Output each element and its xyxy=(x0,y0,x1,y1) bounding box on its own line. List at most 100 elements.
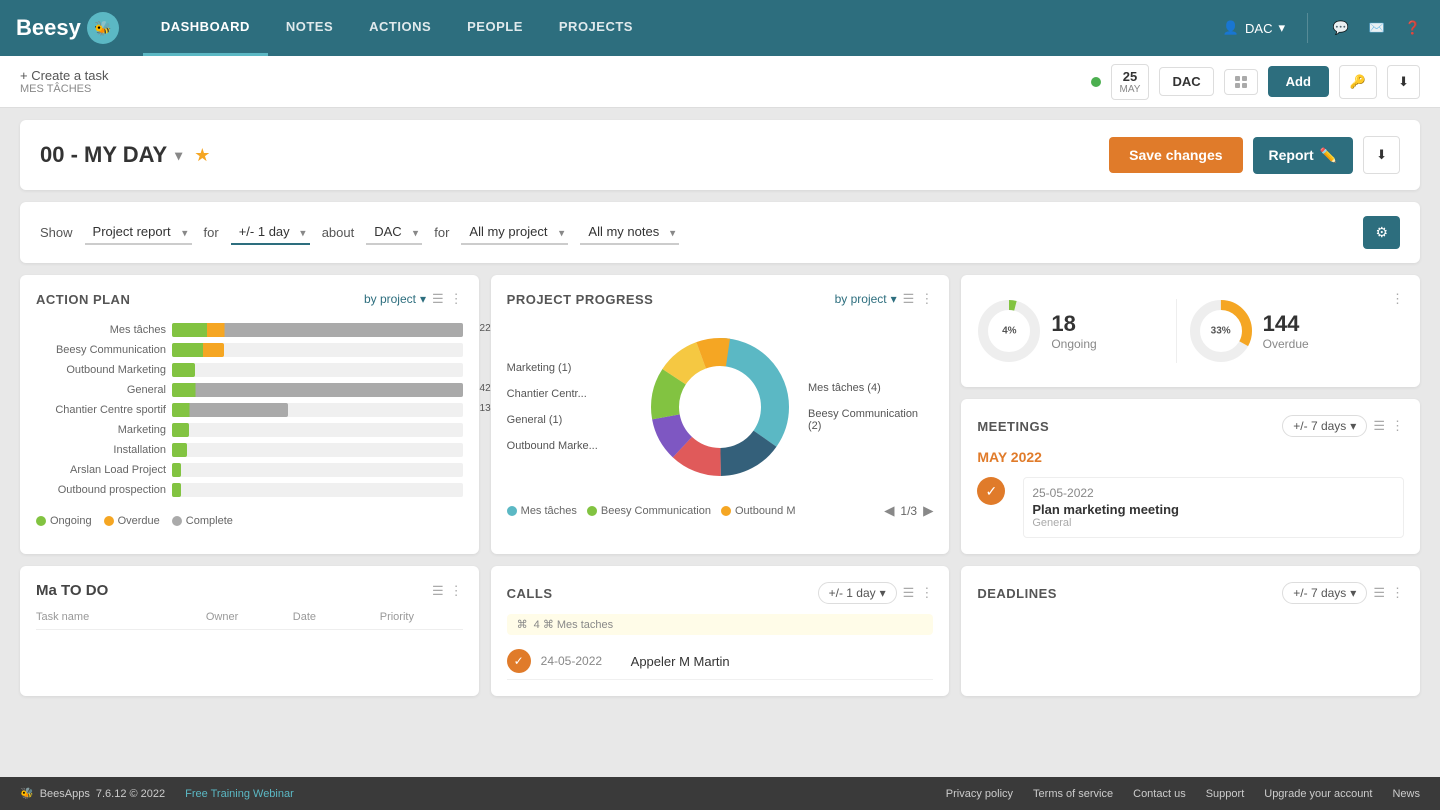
nav-item-actions[interactable]: ACTIONS xyxy=(351,0,449,56)
nav-item-people[interactable]: PEOPLE xyxy=(449,0,541,56)
deadlines-more-btn[interactable]: ⋮ xyxy=(1391,585,1404,601)
help-icon[interactable]: ❓ xyxy=(1402,17,1424,39)
overdue-stat: 33% 144 Overdue xyxy=(1189,291,1375,371)
pencil-icon: ✏️ xyxy=(1320,147,1337,164)
grid-view-button[interactable] xyxy=(1224,69,1258,95)
action-plan-more-button[interactable]: ⋮ xyxy=(450,291,463,307)
key-button[interactable]: 🔑 xyxy=(1339,65,1377,99)
calls-more-btn[interactable]: ⋮ xyxy=(920,585,933,601)
ongoing-label: Ongoing xyxy=(50,515,92,527)
col-date: Date xyxy=(293,611,376,623)
toolbar: + Create a task MES TÂCHES 25 MAY DAC Ad… xyxy=(0,56,1440,108)
footer-privacy[interactable]: Privacy policy xyxy=(946,788,1013,800)
download-button[interactable]: ⬇ xyxy=(1387,65,1420,99)
bar-row-1: Beesy Communication xyxy=(36,343,463,357)
show-select-wrap[interactable]: Project report xyxy=(85,220,192,245)
ongoing-percent: 4% xyxy=(1002,326,1016,337)
notes-select[interactable]: All my notes xyxy=(580,220,679,245)
meetings-more-btn[interactable]: ⋮ xyxy=(1391,418,1404,434)
bar-label: Mes tâches xyxy=(36,324,166,336)
calls-filter-btn[interactable]: ☰ xyxy=(903,585,915,601)
key-icon: 🔑 xyxy=(1350,74,1366,90)
footer-upgrade[interactable]: Upgrade your account xyxy=(1264,788,1372,800)
footer-support[interactable]: Support xyxy=(1206,788,1245,800)
page-title: 00 - MY DAY ▾ xyxy=(40,142,182,168)
dac-button[interactable]: DAC xyxy=(1159,67,1213,96)
about-select[interactable]: DAC xyxy=(366,220,422,245)
add-button[interactable]: Add xyxy=(1268,66,1329,97)
nav-item-projects[interactable]: PROJECTS xyxy=(541,0,651,56)
deadlines-filter[interactable]: +/- 7 days ▾ xyxy=(1282,582,1367,604)
footer-terms[interactable]: Terms of service xyxy=(1033,788,1113,800)
for-select-1-wrap[interactable]: +/- 1 day xyxy=(231,220,310,245)
stats-more xyxy=(1424,0,1440,16)
meetings-filter-btn[interactable]: ☰ xyxy=(1373,418,1385,434)
chat-icon[interactable]: 💬 xyxy=(1330,17,1352,39)
notes-select-wrap[interactable]: All my notes xyxy=(580,220,679,245)
donut-chart xyxy=(640,327,800,487)
next-page-button[interactable]: ▶ xyxy=(923,503,933,519)
overdue-dot xyxy=(104,516,114,526)
donut-label-outbound: Outbound Marke... xyxy=(507,440,632,452)
bar-row-0: Mes tâches 22 xyxy=(36,323,463,337)
nav-items: DASHBOARD NOTES ACTIONS PEOPLE PROJECTS xyxy=(143,0,651,56)
calls-filter-label: +/- 1 day xyxy=(829,586,876,600)
page-download-button[interactable]: ⬇ xyxy=(1363,136,1400,174)
for-label-2: for xyxy=(434,225,449,240)
mail-icon[interactable]: ✉️ xyxy=(1366,17,1388,39)
bar-label: Chantier Centre sportif xyxy=(36,404,166,416)
project-progress-card: PROJECT PROGRESS by project ▾ ☰ ⋮ Market… xyxy=(491,275,950,554)
save-changes-button[interactable]: Save changes xyxy=(1109,137,1242,173)
stat-divider xyxy=(1176,299,1177,363)
todo-more-btn[interactable]: ⋮ xyxy=(450,583,463,599)
prev-page-button[interactable]: ◀ xyxy=(884,503,894,519)
bar-label: Marketing xyxy=(36,424,166,436)
todo-filter-btn[interactable]: ☰ xyxy=(432,583,444,599)
bar-track xyxy=(172,483,463,497)
stats-row: 4% 18 Ongoing xyxy=(977,291,1404,371)
report-button[interactable]: Report ✏️ xyxy=(1253,137,1354,174)
nav-item-dashboard[interactable]: DASHBOARD xyxy=(143,0,268,56)
project-progress-more-button[interactable]: ⋮ xyxy=(920,291,933,307)
logo[interactable]: Beesy 🐝 xyxy=(16,12,119,44)
filter-gear-button[interactable]: ⚙ xyxy=(1363,216,1400,249)
download-icon: ⬇ xyxy=(1376,147,1387,162)
meeting-timeline: ✓ xyxy=(977,477,1005,505)
deadlines-filter-btn[interactable]: ☰ xyxy=(1373,585,1385,601)
by-project-dropdown-2[interactable]: by project ▾ xyxy=(835,292,897,306)
col-priority: Priority xyxy=(380,611,463,623)
about-select-wrap[interactable]: DAC xyxy=(366,220,422,245)
bar-row-3: General 42 xyxy=(36,383,463,397)
footer-webinar[interactable]: Free Training Webinar xyxy=(185,788,294,800)
bottom-grid: Ma TO DO ☰ ⋮ Task name Owner Date Priori… xyxy=(20,566,1420,696)
meetings-title: MEETINGS xyxy=(977,419,1049,434)
about-label: about xyxy=(322,225,355,240)
meetings-filter[interactable]: +/- 7 days ▾ xyxy=(1282,415,1367,437)
donut-right-labels: Mes tâches (4) Beesy Communication (2) xyxy=(808,382,933,432)
legend-mestaches: Mes tâches xyxy=(507,505,577,517)
calls-filter[interactable]: +/- 1 day ▾ xyxy=(818,582,897,604)
nav-item-notes[interactable]: NOTES xyxy=(268,0,351,56)
for-select-1[interactable]: +/- 1 day xyxy=(231,220,310,245)
for-select-2[interactable]: All my project xyxy=(461,220,568,245)
show-select[interactable]: Project report xyxy=(85,220,192,245)
create-task-button[interactable]: + Create a task MES TÂCHES xyxy=(20,68,1081,95)
footer-links: Privacy policy Terms of service Contact … xyxy=(946,788,1420,800)
bar-label: General xyxy=(36,384,166,396)
chart-legend: Ongoing Overdue Complete xyxy=(36,515,463,527)
by-project-dropdown[interactable]: by project ▾ xyxy=(364,292,426,306)
project-progress-filter-button[interactable]: ☰ xyxy=(903,291,915,307)
page-title-dropdown[interactable]: ▾ xyxy=(175,147,182,164)
overdue-label: Overdue xyxy=(1263,337,1309,351)
nav-user[interactable]: 👤 DAC ▾ xyxy=(1223,20,1285,36)
deadlines-title: DEADLINES xyxy=(977,586,1057,601)
project-progress-controls: by project ▾ ☰ ⋮ xyxy=(835,291,934,307)
action-plan-filter-button[interactable]: ☰ xyxy=(432,291,444,307)
favorite-icon[interactable]: ★ xyxy=(194,145,210,166)
stats-more-button[interactable]: ⋮ xyxy=(1391,291,1404,307)
for-select-2-wrap[interactable]: All my project xyxy=(461,220,568,245)
footer-contact[interactable]: Contact us xyxy=(1133,788,1186,800)
meeting-sub: General xyxy=(1032,517,1395,529)
footer-news[interactable]: News xyxy=(1392,788,1420,800)
footer: 🐝 BeesApps 7.6.12 © 2022 Free Training W… xyxy=(0,777,1440,810)
